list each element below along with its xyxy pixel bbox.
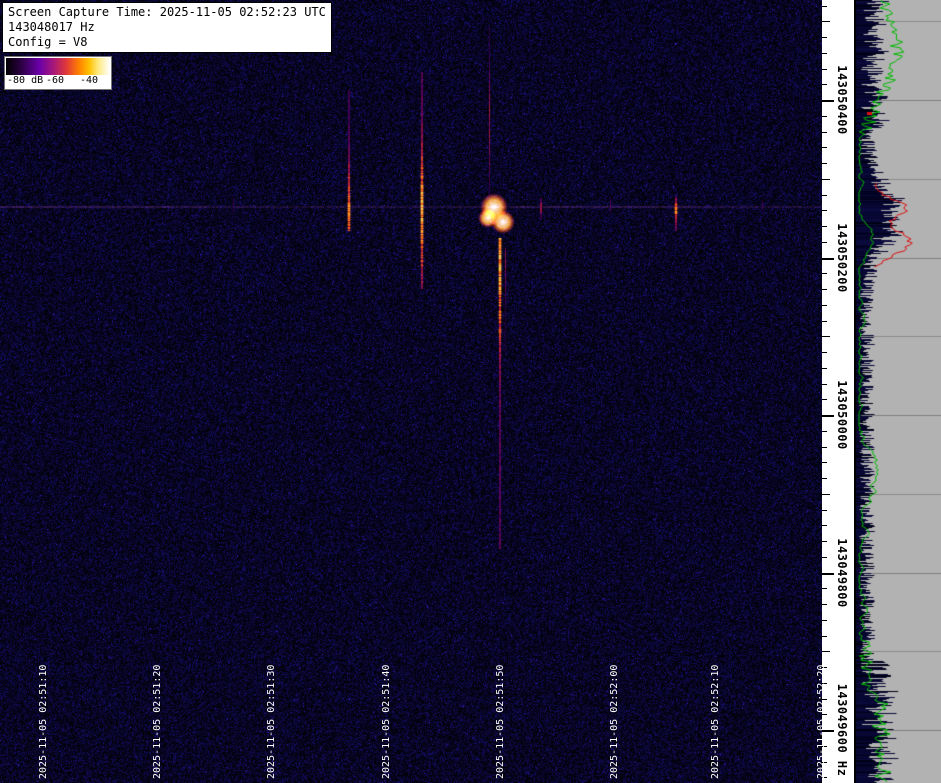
spectrum-graph-panel — [855, 0, 941, 783]
freq-tick — [822, 210, 827, 211]
freq-tick — [822, 620, 827, 621]
freq-tick — [822, 147, 827, 148]
freq-tick — [822, 258, 834, 260]
freq-tick — [822, 116, 827, 117]
freq-tick — [822, 163, 827, 164]
freq-tick — [822, 368, 827, 369]
freq-axis-label: 143049800 — [835, 538, 849, 608]
capture-info-box: Screen Capture Time: 2025-11-05 02:52:23… — [2, 2, 332, 53]
spectrum-capture-screen: 2025-11-05 02:51:10 2025-11-05 02:51:20 20… — [0, 0, 941, 783]
freq-axis-label: 143050400 — [835, 65, 849, 135]
freq-tick — [822, 494, 830, 495]
freq-tick — [822, 352, 827, 353]
freq-tick — [822, 604, 827, 605]
freq-tick — [822, 132, 827, 133]
freq-tick — [822, 588, 827, 589]
freq-tick — [822, 525, 827, 526]
freq-axis-label: 143050200 — [835, 223, 849, 293]
time-axis-labels: 2025-11-05 02:51:10 2025-11-05 02:51:20 20… — [0, 0, 822, 783]
freq-tick — [822, 84, 827, 85]
freq-tick — [822, 557, 827, 558]
freq-tick — [822, 226, 827, 227]
freq-tick — [822, 336, 830, 337]
freq-tick — [822, 69, 827, 70]
freq-tick — [822, 651, 830, 652]
freq-tick — [822, 541, 827, 542]
time-axis-label: 2025-11-05 02:51:40 — [381, 665, 392, 779]
colorbar-labels: -80 dB -60 -40 — [6, 75, 110, 88]
config-text: Config = V8 — [8, 35, 326, 50]
freq-tick — [822, 384, 827, 385]
freq-tick — [822, 447, 827, 448]
colorbar-label-min: -80 dB — [7, 75, 43, 86]
time-axis-label: 2025-11-05 02:51:50 — [495, 665, 506, 779]
freq-tick — [822, 321, 827, 322]
capture-time-text: Screen Capture Time: 2025-11-05 02:52:23… — [8, 5, 326, 20]
freq-tick — [822, 242, 827, 243]
freq-tick — [822, 399, 827, 400]
freq-tick — [822, 100, 834, 102]
freq-tick — [822, 37, 827, 38]
freq-tick — [822, 636, 827, 637]
colorbar-label-mid: -60 — [46, 75, 64, 86]
freq-tick — [822, 462, 827, 463]
freq-tick — [822, 431, 827, 432]
freq-tick — [822, 179, 830, 180]
colorbar: -80 dB -60 -40 — [4, 56, 112, 90]
freq-tick — [822, 21, 830, 22]
freq-tick — [822, 573, 834, 575]
colorbar-label-max: -40 — [80, 75, 98, 86]
freq-tick — [822, 510, 827, 511]
freq-tick — [822, 53, 827, 54]
freq-tick — [822, 195, 827, 196]
freq-axis-label: 143049600 Hz — [835, 684, 849, 777]
colorbar-gradient — [6, 58, 110, 75]
freq-tick — [822, 415, 834, 417]
time-axis-label: 2025-11-05 02:52:10 — [710, 665, 721, 779]
freq-axis-label: 143050000 — [835, 380, 849, 450]
time-axis-label: 2025-11-05 02:52:00 — [609, 665, 620, 779]
freq-tick — [822, 289, 827, 290]
freq-tick — [822, 273, 827, 274]
freq-tick — [822, 6, 827, 7]
time-axis-label: 2025-11-05 02:51:10 — [38, 665, 49, 779]
freq-tick — [822, 478, 827, 479]
center-frequency-text: 143048017 Hz — [8, 20, 326, 35]
time-axis-label: 2025-11-05 02:51:30 — [266, 665, 277, 779]
freq-tick — [822, 305, 827, 306]
time-axis-label: 2025-11-05 02:51:20 — [152, 665, 163, 779]
time-axis-label: 2025-11-05 02:52:20 — [816, 665, 827, 779]
